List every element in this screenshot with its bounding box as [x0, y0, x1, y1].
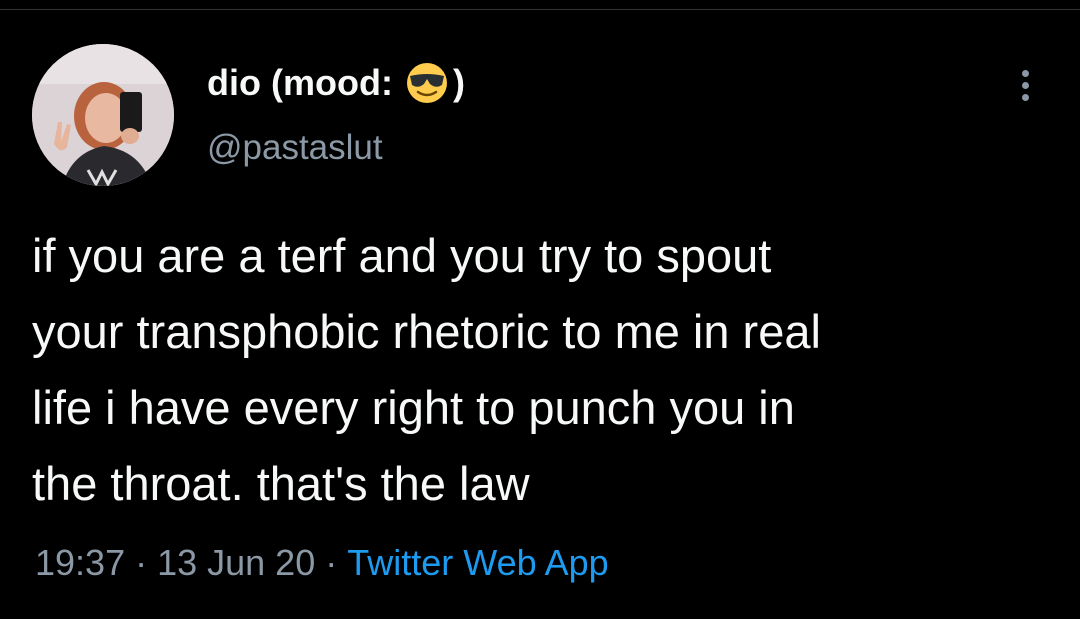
tweet-text-line: life i have every right to punch you in	[32, 381, 795, 434]
more-dot	[1021, 69, 1029, 77]
tweet-text-line: the throat. that's the law	[32, 457, 530, 510]
tweet-time[interactable]: 19:37	[35, 542, 125, 583]
avatar[interactable]	[32, 44, 174, 186]
more-dot	[1021, 81, 1029, 89]
sunglasses-emoji-icon	[405, 61, 449, 105]
separator: ·	[135, 542, 148, 583]
tweet-text-line: your transphobic rhetoric to me in real	[32, 305, 821, 358]
tweet-date[interactable]: 13 Jun 20	[157, 542, 315, 583]
display-name-text: dio (mood:	[207, 62, 393, 103]
display-name-suffix: )	[452, 62, 465, 103]
tweet: dio (mood: ) @pastaslut if you are a ter…	[0, 0, 1080, 619]
more-dot	[1021, 93, 1029, 101]
user-handle[interactable]: @pastaslut	[207, 128, 383, 168]
tweet-text: if you are a terf and you try to spout y…	[32, 218, 1052, 522]
display-name[interactable]: dio (mood: )	[207, 58, 465, 108]
tweet-source-link[interactable]: Twitter Web App	[347, 542, 608, 583]
tweet-metadata: 19:37 · 13 Jun 20 · Twitter Web App	[35, 542, 609, 584]
tweet-text-line: if you are a terf and you try to spout	[32, 229, 772, 282]
more-options-icon[interactable]	[1004, 64, 1046, 106]
separator: ·	[325, 542, 338, 583]
